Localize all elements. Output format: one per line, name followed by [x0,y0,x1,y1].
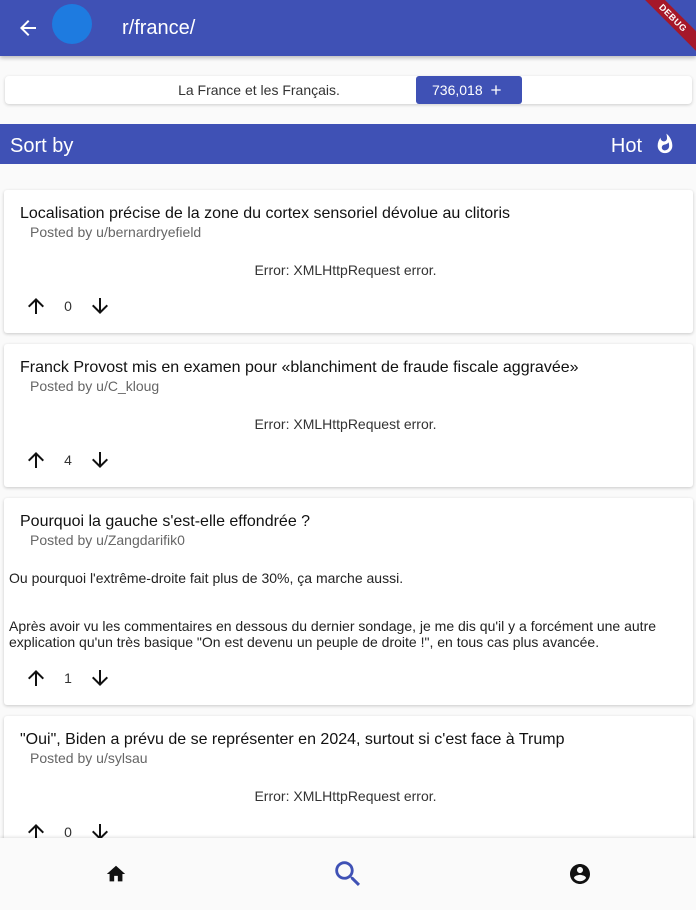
sort-bar: Sort by Hot [0,124,696,164]
nav-search-button[interactable] [232,838,464,910]
account-circle-icon [570,864,590,884]
debug-banner: DEBUG [637,0,696,54]
search-icon [335,861,361,887]
sort-selector[interactable]: Hot [611,134,642,158]
post-card[interactable]: Localisation précise de la zone du corte… [4,190,693,333]
post-title[interactable]: Localisation précise de la zone du corte… [20,204,510,224]
vote-count: 1 [64,670,72,686]
post-title[interactable]: Pourquoi la gauche s'est-elle effondrée … [20,512,310,532]
vote-row: 0 [22,820,122,838]
post-card[interactable]: Franck Provost mis en examen pour «blanc… [4,344,693,487]
subscriber-count: 736,018 [432,82,483,98]
post-author: Posted by u/sylsau [30,750,148,766]
app-bar: r/france/ DEBUG [0,0,696,56]
post-author: Posted by u/Zangdarifik0 [30,532,185,548]
vote-count: 0 [64,824,72,838]
page-title: r/france/ [122,17,196,39]
arrow-back-icon[interactable] [16,16,40,40]
vote-row: 1 [22,666,122,690]
post-author: Posted by u/C_kloug [30,378,160,394]
post-error: Error: XMLHttpRequest error. [254,416,437,432]
post-author: Posted by u/bernardryefield [30,224,202,240]
post-error: Error: XMLHttpRequest error. [254,788,437,804]
post-title[interactable]: "Oui", Biden a prévu de se représenter e… [20,730,564,750]
home-icon [106,865,126,882]
post-card[interactable]: "Oui", Biden a prévu de se représenter e… [4,716,693,838]
post-feed[interactable]: Localisation précise de la zone du corte… [0,164,696,838]
subscribe-button[interactable]: 736,018 [416,76,522,104]
post-body-text: Après avoir vu les commentaires en desso… [9,618,657,650]
downvote-icon[interactable] [88,448,112,472]
upvote-icon[interactable] [24,448,48,472]
vote-row: 0 [22,294,122,318]
post-error: Error: XMLHttpRequest error. [254,262,437,278]
app-root: r/france/ DEBUG La France et les Françai… [0,0,696,910]
nav-account-button[interactable] [464,838,696,910]
downvote-icon[interactable] [88,666,112,690]
upvote-icon[interactable] [24,666,48,690]
fire-icon[interactable] [654,133,676,155]
subreddit-avatar [52,4,92,44]
upvote-icon[interactable] [24,294,48,318]
plus-icon [491,85,501,95]
upvote-icon[interactable] [24,820,48,838]
subreddit-info-card: La France et les Français. 736,018 [5,76,692,104]
post-body-text: Ou pourquoi l'extrême-droite fait plus d… [9,570,404,586]
downvote-icon[interactable] [88,820,112,838]
downvote-icon[interactable] [88,294,112,318]
sort-label: Sort by [10,135,74,157]
post-title[interactable]: Franck Provost mis en examen pour «blanc… [20,358,579,378]
bottom-navigation [0,838,696,910]
vote-count: 0 [64,298,72,314]
vote-row: 4 [22,448,122,472]
post-card[interactable]: Pourquoi la gauche s'est-elle effondrée … [4,498,693,705]
nav-home-button[interactable] [0,838,232,910]
vote-count: 4 [64,452,72,468]
